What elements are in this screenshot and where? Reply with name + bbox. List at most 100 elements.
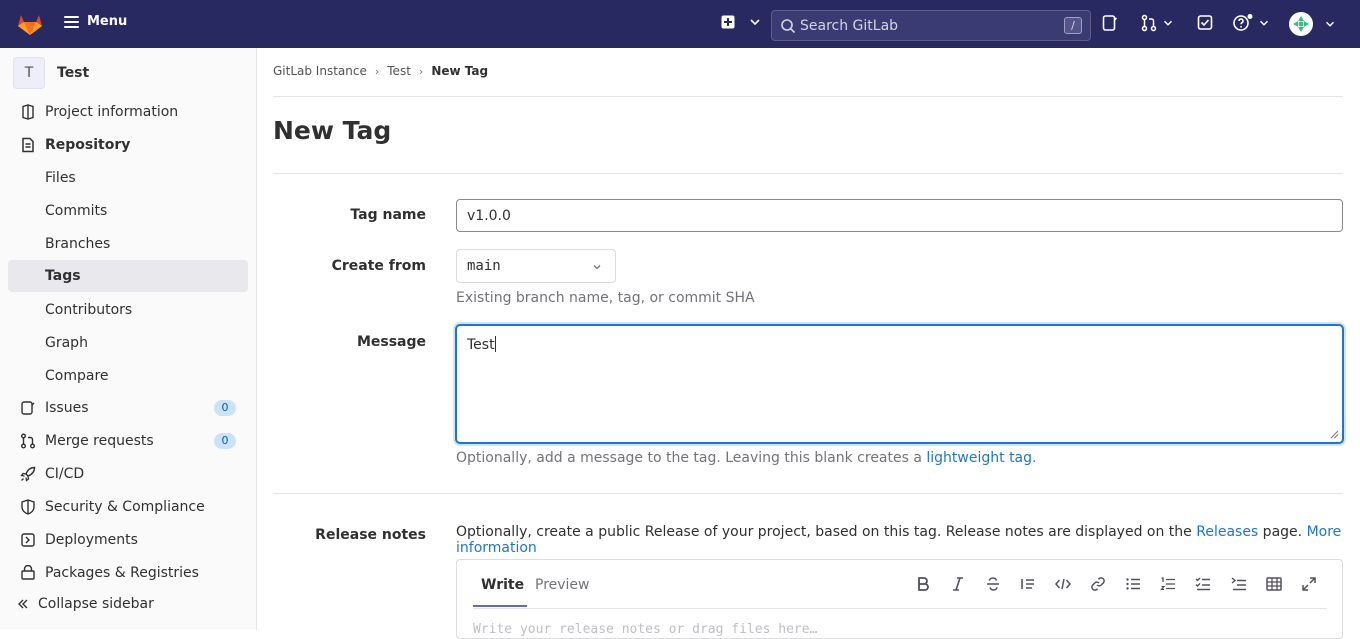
- user-avatar-icon: [1289, 12, 1313, 36]
- sidebar-item-label: Issues: [45, 400, 89, 416]
- divider: [473, 608, 1327, 609]
- task-list-icon[interactable]: [1194, 575, 1212, 593]
- help-nav-button[interactable]: [1233, 14, 1271, 32]
- divider: [273, 493, 1343, 494]
- sidebar-item-security-compliance[interactable]: Security & Compliance: [8, 491, 248, 523]
- sidebar-item-issues[interactable]: Issues 0: [8, 392, 248, 424]
- sidebar-item-label: Graph: [45, 335, 88, 351]
- collapsible-section-icon[interactable]: [1230, 575, 1248, 593]
- tag-name-label: Tag name: [350, 207, 426, 223]
- message-textarea[interactable]: Test: [456, 325, 1343, 443]
- create-from-help: Existing branch name, tag, or commit SHA: [456, 290, 755, 306]
- sidebar-item-packages-registries[interactable]: Packages & Registries: [8, 557, 248, 589]
- sidebar-item-project-information[interactable]: Project information: [8, 96, 248, 128]
- message-help: Optionally, add a message to the tag. Le…: [456, 450, 1036, 466]
- package-icon: [21, 565, 35, 580]
- create-from-dropdown[interactable]: main: [456, 249, 616, 283]
- active-tab-indicator: [473, 605, 527, 607]
- releases-link[interactable]: Releases: [1196, 524, 1258, 540]
- gitlab-logo-icon[interactable]: [17, 12, 43, 36]
- project-name: Test: [57, 65, 90, 81]
- sidebar-item-graph[interactable]: Graph: [8, 327, 248, 359]
- sidebar-item-deployments[interactable]: Deployments: [8, 524, 248, 556]
- bold-icon[interactable]: [914, 575, 932, 593]
- breadcrumb-item[interactable]: GitLab Instance: [273, 64, 367, 78]
- fullscreen-icon[interactable]: [1300, 575, 1318, 593]
- sidebar-item-branches[interactable]: Branches: [8, 228, 248, 260]
- link-icon[interactable]: [1089, 575, 1107, 593]
- sidebar-item-label: Project information: [45, 104, 179, 120]
- breadcrumb-current[interactable]: New Tag: [431, 64, 488, 78]
- tab-write[interactable]: Write: [481, 577, 524, 593]
- todos-nav-button[interactable]: [1197, 14, 1213, 32]
- page-title: New Tag: [273, 116, 392, 145]
- chevron-down-icon: [1326, 21, 1334, 27]
- issues-count-badge: 0: [214, 400, 236, 416]
- sidebar-item-label: Tags: [45, 268, 81, 284]
- deployments-icon: [21, 533, 35, 547]
- strikethrough-icon[interactable]: [984, 575, 1002, 593]
- issues-icon: [1102, 15, 1118, 31]
- sidebar-item-compare[interactable]: Compare: [8, 360, 248, 392]
- project-avatar: T: [13, 57, 45, 89]
- issues-nav-button[interactable]: [1102, 14, 1118, 32]
- text-caret: [494, 336, 496, 352]
- user-menu-button[interactable]: [1289, 12, 1337, 36]
- hamburger-icon: [64, 15, 79, 28]
- create-from-label: Create from: [331, 258, 426, 274]
- chevron-down-icon: [1260, 20, 1268, 26]
- sidebar-item-commits[interactable]: Commits: [8, 195, 248, 227]
- sidebar-item-files[interactable]: Files: [8, 162, 248, 194]
- search-shortcut-key: /: [1064, 17, 1082, 34]
- release-help-middle: page.: [1258, 524, 1307, 540]
- sidebar: T Test Project information Repository Fi…: [0, 48, 257, 630]
- tag-name-value: v1.0.0: [467, 207, 511, 224]
- code-icon[interactable]: [1054, 575, 1072, 593]
- menu-button[interactable]: Menu: [64, 14, 127, 29]
- sidebar-item-label: Merge requests: [45, 433, 154, 449]
- divider: [273, 96, 1343, 97]
- resize-handle-icon[interactable]: [1330, 430, 1339, 439]
- sidebar-item-label: Repository: [45, 137, 131, 153]
- issues-icon: [21, 401, 35, 415]
- merge-request-icon: [21, 433, 35, 449]
- sidebar-item-repository[interactable]: Repository: [8, 129, 248, 161]
- message-value: Test: [467, 337, 495, 353]
- sidebar-item-label: Contributors: [45, 302, 133, 318]
- sidebar-item-label: Branches: [45, 236, 111, 252]
- shield-icon: [21, 499, 35, 515]
- breadcrumb-item[interactable]: Test: [387, 64, 411, 78]
- plus-square-icon: [721, 15, 735, 29]
- new-item-dropdown[interactable]: [721, 14, 763, 30]
- top-navbar: Menu Search GitLab /: [0, 0, 1360, 48]
- sidebar-item-label: Packages & Registries: [45, 565, 199, 581]
- sidebar-item-merge-requests[interactable]: Merge requests 0: [8, 425, 248, 457]
- italic-icon[interactable]: [949, 575, 967, 593]
- rocket-icon: [20, 466, 36, 482]
- sidebar-project-header[interactable]: T Test: [13, 57, 89, 89]
- sidebar-item-tags[interactable]: Tags: [8, 260, 248, 292]
- todo-check-icon: [1197, 15, 1213, 30]
- collapse-sidebar-label: Collapse sidebar: [38, 596, 154, 612]
- chevron-right-icon: ›: [374, 64, 380, 78]
- tag-name-input[interactable]: v1.0.0: [456, 199, 1343, 232]
- search-input[interactable]: Search GitLab /: [771, 10, 1091, 41]
- numbered-list-icon[interactable]: [1159, 575, 1177, 593]
- info-icon: [22, 104, 34, 120]
- table-icon[interactable]: [1265, 575, 1283, 593]
- bulleted-list-icon[interactable]: [1124, 575, 1142, 593]
- sidebar-item-label: CI/CD: [45, 466, 85, 482]
- tab-preview[interactable]: Preview: [535, 577, 590, 593]
- merge-requests-nav-button[interactable]: [1141, 14, 1175, 32]
- sidebar-item-ci-cd[interactable]: CI/CD: [8, 458, 248, 490]
- message-help-text: Optionally, add a message to the tag. Le…: [456, 450, 927, 466]
- search-icon: [781, 18, 796, 33]
- help-question-icon: [1233, 14, 1253, 31]
- sidebar-item-contributors[interactable]: Contributors: [8, 294, 248, 326]
- lightweight-tag-link[interactable]: lightweight tag: [926, 450, 1032, 466]
- message-help-suffix: .: [1032, 450, 1037, 466]
- release-notes-help: Optionally, create a public Release of y…: [456, 524, 1360, 556]
- quote-icon[interactable]: [1019, 575, 1037, 593]
- chevron-down-icon: [1164, 20, 1172, 26]
- collapse-sidebar-button[interactable]: Collapse sidebar: [16, 596, 154, 612]
